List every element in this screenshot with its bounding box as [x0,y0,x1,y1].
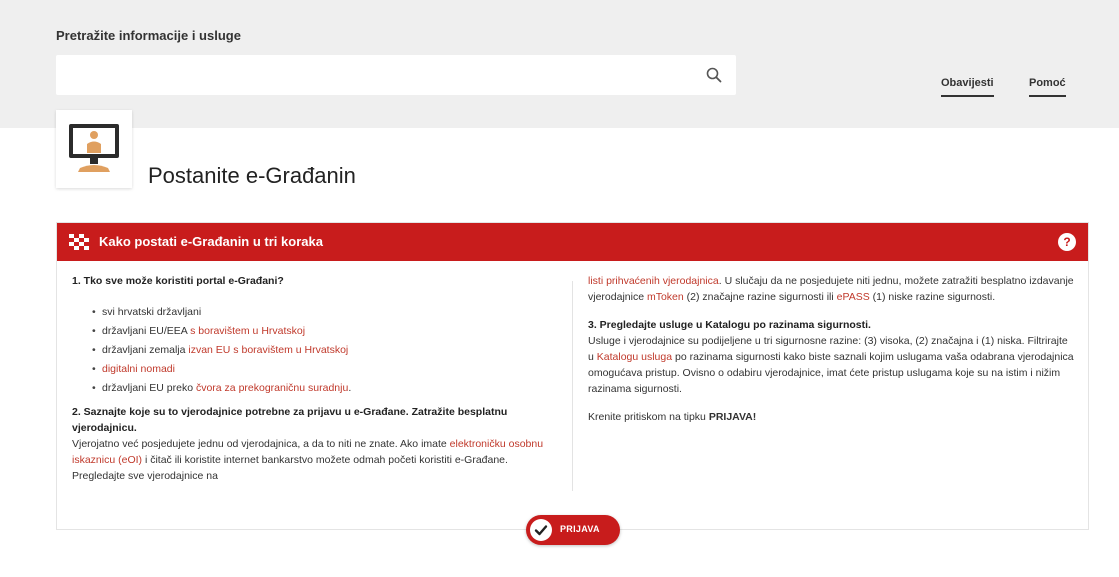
logo-card [56,110,132,188]
panel-header: Kako postati e-Građanin u tri koraka ? [57,223,1088,261]
step3-heading: 3. Pregledajte usluge u Katalogu po razi… [588,319,871,331]
list-item: državljani EU/EEA s boravištem u Hrvatsk… [92,322,560,341]
step2-text: Vjerojatno već posjedujete jednu od vjer… [72,438,544,482]
checkmark-icon [530,519,552,541]
search-icon[interactable] [706,67,722,83]
mtoken-link[interactable]: mToken [647,291,684,303]
accepted-credentials-link[interactable]: listi prihvaćenih vjerodajnica [588,275,719,287]
checkered-flag-icon [69,234,89,250]
nav-help-link[interactable]: Pomoć [1029,77,1066,97]
step1-heading: 1. Tko sve može koristiti portal e-Građa… [72,275,284,287]
page-title: Postanite e-Građanin [148,163,356,188]
list-item: državljani EU preko čvora za prekogranič… [92,379,560,398]
list-item: digitalni nomadi [92,360,560,379]
steps-column-left: 1. Tko sve može koristiti portal e-Građa… [72,273,560,484]
list-item: državljani zemalja izvan EU s boravištem… [92,341,560,360]
service-catalog-link[interactable]: Katalogu usluga [597,351,672,363]
cta-text: Krenite pritiskom na tipku PRIJAVA! [588,411,757,423]
column-divider [572,281,573,491]
steps-column-right: listi prihvaćenih vjerodajnica. U slučaj… [588,273,1074,425]
list-item: svi hrvatski državljani [92,303,560,322]
login-button-label: PRIJAVA [560,524,600,534]
help-icon[interactable]: ? [1058,233,1076,251]
step2-heading: 2. Saznajte koje su to vjerodajnice potr… [72,406,508,434]
steps-panel: Kako postati e-Građanin u tri koraka ? 1… [56,222,1089,530]
citizen-computer-icon [69,124,119,172]
login-button[interactable]: PRIJAVA [526,515,620,545]
cross-border-node-link[interactable]: čvora za prekograničnu suradnju [196,382,348,394]
digital-nomads-link[interactable]: digitalni nomadi [102,363,175,375]
nav-notifications-link[interactable]: Obavijesti [941,77,994,97]
search-box[interactable] [56,55,736,95]
step2-text-continued: listi prihvaćenih vjerodajnica. U slučaj… [588,275,1074,303]
epass-link[interactable]: ePASS [837,291,870,303]
non-eu-residence-link[interactable]: izvan EU s boravištem u Hrvatskoj [188,344,348,356]
panel-title: Kako postati e-Građanin u tri koraka [99,234,323,249]
eea-residence-link[interactable]: s boravištem u Hrvatskoj [190,325,305,337]
search-label: Pretražite informacije i usluge [56,28,241,43]
search-input[interactable] [56,55,696,95]
eligibility-list: svi hrvatski državljani državljani EU/EE… [92,303,560,398]
step3-text: Usluge i vjerodajnice su podijeljene u t… [588,335,1074,395]
